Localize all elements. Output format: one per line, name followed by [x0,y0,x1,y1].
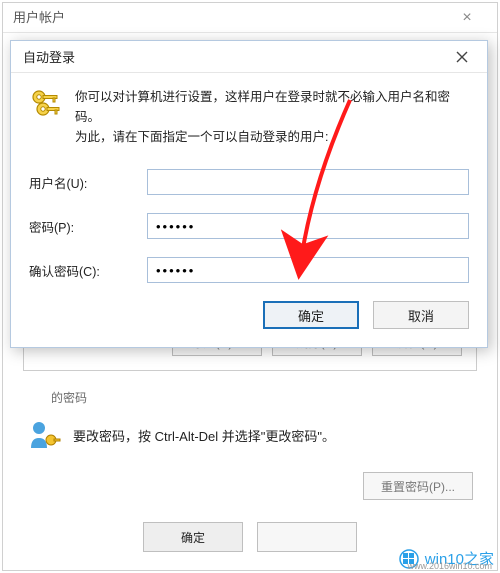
intro-line2: 为此，请在下面指定一个可以自动登录的用户: [75,127,469,147]
intro-line1: 你可以对计算机进行设置，这样用户在登录时就不必输入用户名和密码。 [75,87,469,127]
outer-close-button[interactable]: × [447,3,487,33]
modal-titlebar: 自动登录 [11,41,487,73]
username-row: 用户名(U): [29,169,469,195]
confirm-row: 确认密码(C): [29,257,469,283]
ok-button[interactable]: 确定 [263,301,359,329]
outer-titlebar: 用户帐户 × [3,3,497,33]
outer-window-title: 用户帐户 [13,3,65,33]
modal-intro-text: 你可以对计算机进行设置，这样用户在登录时就不必输入用户名和密码。 为此，请在下面… [75,87,469,147]
watermark-sub: www.2016win10.com [407,561,492,571]
modal-body: 你可以对计算机进行设置，这样用户在登录时就不必输入用户名和密码。 为此，请在下面… [11,73,487,347]
modal-title: 自动登录 [23,47,75,66]
password-row: 密码(P): [29,213,469,239]
modal-button-row: 确定 取消 [29,301,469,329]
username-input[interactable] [147,169,469,195]
password-section-title: 的密码 [51,389,477,406]
outer-blank-button[interactable] [257,522,357,552]
auto-login-dialog: 自动登录 你可以对计算机进行设置，这样用户在登录时就不必输入用户名和密码。 [10,40,488,348]
close-icon[interactable] [445,45,479,69]
watermark: win10之家 www.2016win10.com [399,548,494,569]
username-label: 用户名(U): [29,173,147,192]
keys-icon [29,87,63,121]
outer-ok-button[interactable]: 确定 [143,522,243,552]
confirm-label: 确认密码(C): [29,261,147,280]
password-hint-row: 要改密码，按 Ctrl-Alt-Del 并选择"更改密码"。 [23,412,477,458]
confirm-input[interactable] [147,257,469,283]
reset-password-button[interactable]: 重置密码(P)... [363,472,473,500]
modal-form: 用户名(U): 密码(P): 确认密码(C): [29,169,469,283]
user-key-icon [27,418,61,452]
password-hint-text: 要改密码，按 Ctrl-Alt-Del 并选择"更改密码"。 [73,426,335,445]
password-input[interactable] [147,213,469,239]
password-section: 的密码 要改密码，按 Ctrl-Alt-Del 并选择"更改密码"。 重置密码(… [23,389,477,500]
cancel-button[interactable]: 取消 [373,301,469,329]
modal-intro: 你可以对计算机进行设置，这样用户在登录时就不必输入用户名和密码。 为此，请在下面… [29,87,469,147]
password-label: 密码(P): [29,217,147,236]
